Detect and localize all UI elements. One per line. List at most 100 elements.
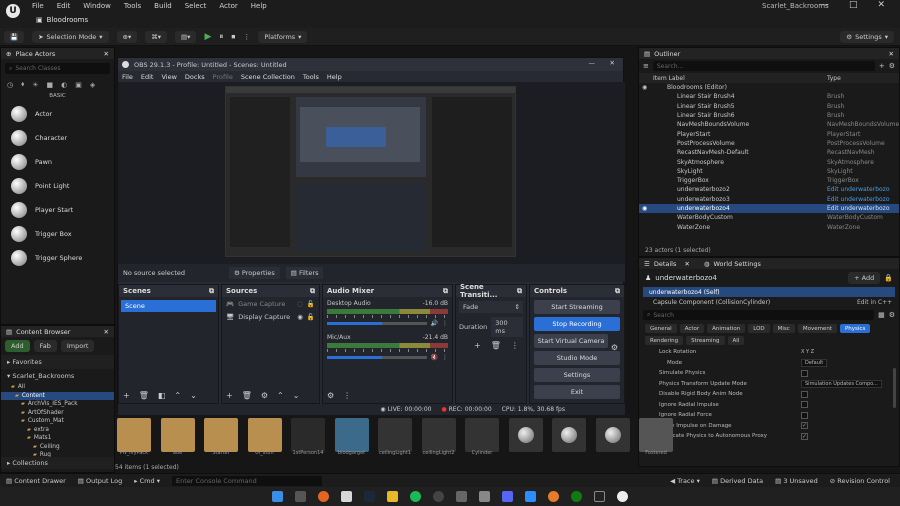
details-filter-tab[interactable]: General bbox=[645, 324, 677, 333]
project-section[interactable]: ▾ Scarlet_Backrooms bbox=[1, 369, 114, 383]
actor-item[interactable]: Player Start bbox=[1, 198, 114, 222]
property-value[interactable]: Default bbox=[801, 358, 828, 367]
visibility-eye-icon[interactable]: ◉ bbox=[642, 84, 647, 91]
import-button[interactable]: Import bbox=[60, 340, 95, 352]
outliner-row[interactable]: Linear Stair Brush4 Brush bbox=[639, 92, 899, 101]
menu-item[interactable]: Edit bbox=[57, 2, 71, 10]
arrow-up-icon[interactable]: ⌃ bbox=[174, 391, 181, 400]
blueprint-button[interactable]: ⌘▾ bbox=[145, 30, 168, 43]
outliner-row[interactable]: underwaterbozo3 Edit underwaterbozo bbox=[639, 195, 899, 204]
filter-icon[interactable]: ≡ bbox=[643, 62, 649, 70]
close-icon[interactable]: ✕ bbox=[104, 328, 109, 336]
content-thumbnail[interactable] bbox=[117, 418, 151, 452]
settings-icon[interactable]: ⚙ bbox=[889, 62, 895, 70]
app-icon[interactable] bbox=[479, 491, 490, 502]
stop-icon[interactable]: ⏹ bbox=[231, 32, 235, 42]
visual-icon[interactable]: ◐ bbox=[61, 81, 67, 89]
outliner-row[interactable]: NavMeshBoundsVolume NavMeshBoundsVolume bbox=[639, 120, 899, 129]
folder-item[interactable]: ▰ All bbox=[1, 383, 114, 392]
add-content-button[interactable]: ⊕▾ bbox=[116, 30, 138, 43]
explorer-icon[interactable] bbox=[341, 491, 352, 502]
actor-item[interactable]: Actor bbox=[1, 102, 114, 126]
duration-input[interactable]: 300 ms bbox=[491, 317, 523, 337]
maximize-icon[interactable]: □ bbox=[849, 0, 858, 10]
cmd-button[interactable]: ▸ Cmd ▾ bbox=[134, 477, 160, 485]
volume-slider[interactable] bbox=[327, 356, 427, 359]
details-search-input[interactable]: ⌕ Search bbox=[643, 310, 875, 320]
filters-button[interactable]: ▤ Filters bbox=[285, 267, 324, 279]
content-drawer-button[interactable]: ▤ Content Drawer bbox=[6, 477, 66, 485]
trace-button[interactable]: ◀ Trace ▾ bbox=[670, 477, 700, 485]
more-icon[interactable]: ⋮ bbox=[243, 33, 250, 41]
obs-menu-item[interactable]: Edit bbox=[141, 73, 154, 81]
self-component[interactable]: underwaterbozo4 (Self) bbox=[643, 287, 895, 297]
capsule-component-row[interactable]: Capsule Component (CollisionCylinder) Ed… bbox=[639, 297, 899, 307]
details-filter-tab[interactable]: Streaming bbox=[686, 336, 725, 345]
details-filter-tab[interactable]: All bbox=[727, 336, 745, 345]
actor-item[interactable]: Trigger Box bbox=[1, 222, 114, 246]
control-button[interactable]: Start Streaming bbox=[534, 300, 620, 314]
actor-item[interactable]: Trigger Sphere bbox=[1, 246, 114, 270]
outliner-row[interactable]: WaterBodyCustom WaterBodyCustom bbox=[639, 213, 899, 222]
trash-icon[interactable]: 🗑 bbox=[139, 391, 149, 400]
obs-icon[interactable] bbox=[433, 491, 444, 502]
content-thumbnail[interactable] bbox=[378, 418, 412, 452]
obs-menu-item[interactable]: Profile bbox=[213, 73, 233, 81]
content-thumbnail[interactable] bbox=[552, 418, 586, 452]
selection-mode-button[interactable]: ➤ Selection Mode ▾ bbox=[32, 30, 109, 43]
menu-item[interactable]: Window bbox=[83, 2, 111, 10]
control-button[interactable]: Exit bbox=[534, 385, 620, 399]
menu-item[interactable]: Actor bbox=[219, 2, 237, 10]
lock-icon[interactable]: 🔓 bbox=[307, 313, 315, 321]
obs-preview[interactable] bbox=[118, 82, 625, 264]
item-label-column[interactable]: Item Label bbox=[653, 75, 685, 82]
details-filter-tab[interactable]: Actor bbox=[679, 324, 705, 333]
source-item[interactable]: 🎮 Game Capture ◌ 🔓 bbox=[222, 297, 319, 310]
lights-icon[interactable]: ☀ bbox=[32, 81, 38, 89]
xbox-icon[interactable] bbox=[571, 491, 582, 502]
volume-icon[interactable]: 🔇 bbox=[431, 354, 438, 361]
basic-icon[interactable]: ⬧ bbox=[21, 80, 24, 89]
scene-item[interactable]: Scene bbox=[121, 300, 216, 312]
menu-item[interactable]: Build bbox=[154, 2, 172, 10]
outliner-row[interactable]: WaterZone WaterZone bbox=[639, 222, 899, 231]
obs-menu-item[interactable]: View bbox=[161, 73, 176, 81]
app-icon[interactable] bbox=[456, 491, 467, 502]
output-log-button[interactable]: ▤ Output Log bbox=[78, 477, 122, 485]
more-icon[interactable]: ⋮ bbox=[442, 354, 448, 361]
menu-item[interactable]: Help bbox=[251, 2, 267, 10]
property-checkbox[interactable]: ✓ bbox=[801, 422, 808, 430]
content-thumbnail[interactable] bbox=[247, 418, 282, 452]
unsaved-button[interactable]: ▤ 3 Unsaved bbox=[775, 477, 818, 485]
collections-section[interactable]: ▸ Collections bbox=[1, 457, 114, 469]
actor-item[interactable]: Pawn bbox=[1, 150, 114, 174]
outliner-row[interactable]: PlayerStart PlayerStart bbox=[639, 129, 899, 138]
folder-item[interactable]: ▰ ArchVis_IES_Pack bbox=[1, 400, 114, 409]
outliner-row[interactable]: RecastNavMesh-Default RecastNavMesh bbox=[639, 148, 899, 157]
dock-float-icon[interactable]: ⧉ bbox=[615, 287, 620, 296]
derived-data-button[interactable]: ▤ Derived Data bbox=[712, 477, 763, 485]
spotify-icon[interactable] bbox=[410, 491, 421, 502]
discord-icon[interactable] bbox=[502, 491, 513, 502]
content-thumbnail[interactable] bbox=[421, 418, 456, 452]
unreal-icon[interactable] bbox=[617, 491, 628, 502]
firefox-icon[interactable] bbox=[318, 491, 329, 502]
control-button[interactable]: Studio Mode bbox=[534, 351, 620, 365]
all-classes-icon[interactable]: ◈ bbox=[90, 81, 95, 89]
content-thumbnail[interactable] bbox=[291, 418, 325, 452]
grid-icon[interactable]: ▦ bbox=[878, 311, 885, 319]
details-scrollbar[interactable] bbox=[893, 368, 896, 408]
settings-button[interactable]: ⚙ Settings ▾ bbox=[840, 30, 894, 43]
folder-item[interactable]: ▰ Content bbox=[1, 391, 114, 400]
edit-cpp-link[interactable]: Edit in C++ bbox=[857, 299, 892, 306]
properties-button[interactable]: ⚙ Properties bbox=[229, 267, 280, 279]
favorites-section[interactable]: ▸ Favorites bbox=[1, 355, 114, 369]
actor-item[interactable]: Point Light bbox=[1, 174, 114, 198]
details-filter-tab[interactable]: Movement bbox=[797, 324, 837, 333]
add-icon[interactable]: + bbox=[123, 391, 130, 400]
visibility-eye-icon[interactable]: ◉ bbox=[642, 205, 647, 212]
volume-slider[interactable] bbox=[327, 322, 427, 325]
content-thumbnail[interactable] bbox=[508, 418, 543, 452]
project-tab[interactable]: ▣ Bloodrooms bbox=[30, 14, 94, 26]
folder-item[interactable]: ▰ Ceiling bbox=[1, 443, 114, 452]
